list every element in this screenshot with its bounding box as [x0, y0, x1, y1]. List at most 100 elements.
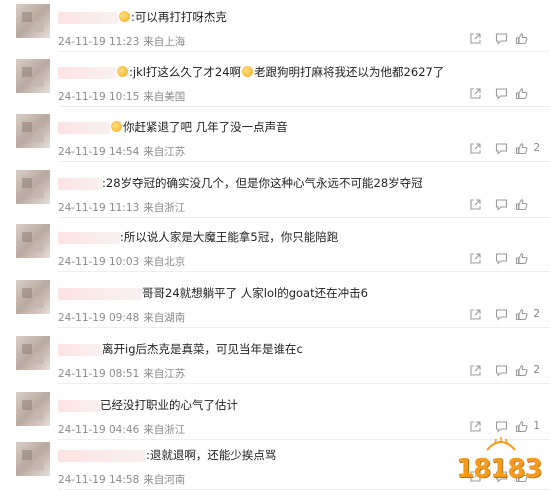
comment-item: :可以再打打呀杰克 24-11-19 11:23 来自上海	[0, 2, 550, 52]
comment-meta: 24-11-19 14:58 来自河南	[58, 472, 185, 487]
comment-text-line: 已经没打职业的心气了估计	[58, 398, 238, 412]
location-source: 来自北京	[143, 256, 186, 268]
comment-body: 离开ig后杰克是真菜，可见当年是谁在c	[102, 342, 303, 356]
comment-icon[interactable]	[495, 142, 508, 155]
username-blurred[interactable]	[58, 399, 100, 412]
row-divider	[58, 51, 550, 52]
comment-icon[interactable]	[495, 198, 508, 211]
avatar[interactable]	[16, 442, 50, 476]
share-icon[interactable]	[469, 142, 482, 155]
username-blurred[interactable]	[58, 121, 110, 134]
username-blurred[interactable]	[58, 231, 120, 244]
comment-item: 你赶紧退了吧 几年了没一点声音 24-11-19 14:54 来自江苏 2	[0, 112, 550, 162]
username-blurred[interactable]	[58, 287, 142, 300]
comment-text-line: :可以再打打呀杰克	[58, 10, 227, 24]
timestamp: 24-11-19 08:51	[58, 368, 140, 380]
username-blurred[interactable]	[58, 11, 118, 24]
comment-text-line: :28岁夺冠的确实没几个，但是你这种心气永远不可能28岁夺冠	[58, 176, 423, 190]
location-source: 来自上海	[143, 36, 186, 48]
comment-meta: 24-11-19 11:23 来自上海	[58, 34, 185, 49]
comment-text-line: :jkl打这么久了才24啊 老跟狗明打麻将我还以为他都2627了	[58, 65, 444, 79]
comment-body: :可以再打打呀杰克	[131, 10, 227, 24]
watermark-logo: 18183	[454, 437, 544, 488]
comment-meta: 24-11-19 04:46 来自浙江	[58, 422, 185, 437]
comment-item: :jkl打这么久了才24啊 老跟狗明打麻将我还以为他都2627了 24-11-19 …	[0, 57, 550, 107]
comment-actions: 2	[446, 142, 540, 156]
comment-actions: 2	[446, 308, 540, 322]
thumbs-up-icon[interactable]	[515, 142, 528, 155]
comment-meta: 24-11-19 14:54 来自江苏	[58, 144, 185, 159]
comment-body: 哥哥24就想躺平了 人家lol的goat还在冲击6	[142, 286, 368, 300]
comment-icon[interactable]	[495, 364, 508, 377]
row-divider	[58, 106, 550, 107]
comment-actions: 1	[446, 420, 540, 434]
comment-item: :28岁夺冠的确实没几个，但是你这种心气永远不可能28岁夺冠 24-11-19 1…	[0, 168, 550, 218]
comment-item: 哥哥24就想躺平了 人家lol的goat还在冲击6 24-11-19 09:48 来…	[0, 278, 550, 328]
avatar[interactable]	[16, 4, 50, 38]
thumbs-up-icon[interactable]	[515, 364, 528, 377]
comment-icon[interactable]	[495, 87, 508, 100]
comment-item: 已经没打职业的心气了估计 24-11-19 04:46 来自浙江 1	[0, 390, 550, 440]
comment-actions: 2	[446, 364, 540, 378]
comment-item: :所以说人家是大魔王能拿5冠，你只能陪跑 24-11-19 10:03 来自北京	[0, 222, 550, 272]
avatar[interactable]	[16, 59, 50, 93]
timestamp: 24-11-19 10:03	[58, 256, 140, 268]
thumbs-up-icon[interactable]	[515, 308, 528, 321]
username-blurred[interactable]	[58, 449, 146, 462]
like-count: 2	[533, 142, 540, 154]
share-icon[interactable]	[469, 87, 482, 100]
comment-body: 已经没打职业的心气了估计	[100, 398, 238, 412]
username-blurred[interactable]	[58, 177, 102, 190]
comment-body: :退就退啊，还能少挨点骂	[146, 448, 277, 462]
row-divider	[58, 327, 550, 328]
emoji-icon	[119, 11, 130, 22]
username-blurred[interactable]	[58, 343, 102, 356]
comment-icon[interactable]	[495, 32, 508, 45]
comment-text-line: 离开ig后杰克是真菜，可见当年是谁在c	[58, 342, 303, 356]
timestamp: 24-11-19 04:46	[58, 424, 140, 436]
timestamp: 24-11-19 11:23	[58, 36, 140, 48]
share-icon[interactable]	[469, 420, 482, 433]
comment-meta: 24-11-19 11:13 来自浙江	[58, 200, 185, 215]
username-blurred[interactable]	[58, 66, 116, 79]
location-source: 来自江苏	[143, 368, 186, 380]
comment-body: :28岁夺冠的确实没几个，但是你这种心气永远不可能28岁夺冠	[102, 176, 423, 190]
thumbs-up-icon[interactable]	[515, 252, 528, 265]
location-source: 来自浙江	[143, 424, 186, 436]
comment-actions	[446, 32, 536, 46]
thumbs-up-icon[interactable]	[515, 87, 528, 100]
thumbs-up-icon[interactable]	[515, 32, 528, 45]
comment-icon[interactable]	[495, 420, 508, 433]
row-divider	[58, 217, 550, 218]
comment-body-continued: 老跟狗明打麻将我还以为他都2627了	[254, 65, 445, 79]
thumbs-up-icon[interactable]	[515, 198, 528, 211]
timestamp: 24-11-19 14:54	[58, 146, 140, 158]
avatar[interactable]	[16, 336, 50, 370]
share-icon[interactable]	[469, 308, 482, 321]
location-source: 来自河南	[143, 474, 186, 486]
avatar[interactable]	[16, 170, 50, 204]
comment-icon[interactable]	[495, 308, 508, 321]
like-count: 1	[533, 420, 540, 432]
timestamp: 24-11-19 09:48	[58, 312, 140, 324]
comment-body: :所以说人家是大魔王能拿5冠，你只能陪跑	[120, 230, 339, 244]
avatar[interactable]	[16, 114, 50, 148]
like-count: 2	[533, 364, 540, 376]
avatar[interactable]	[16, 224, 50, 258]
avatar[interactable]	[16, 280, 50, 314]
thumbs-up-icon[interactable]	[515, 420, 528, 433]
comment-meta: 24-11-19 08:51 来自江苏	[58, 366, 185, 381]
share-icon[interactable]	[469, 364, 482, 377]
halo-icon	[486, 437, 516, 451]
like-count: 2	[533, 308, 540, 320]
share-icon[interactable]	[469, 32, 482, 45]
comment-body: 你赶紧退了吧 几年了没一点声音	[123, 120, 288, 134]
timestamp: 24-11-19 10:15	[58, 91, 140, 103]
emoji-icon	[117, 66, 128, 77]
emoji-icon	[111, 121, 122, 132]
comment-text-line: :退就退啊，还能少挨点骂	[58, 448, 276, 462]
share-icon[interactable]	[469, 198, 482, 211]
avatar[interactable]	[16, 392, 50, 426]
share-icon[interactable]	[469, 252, 482, 265]
comment-icon[interactable]	[495, 252, 508, 265]
